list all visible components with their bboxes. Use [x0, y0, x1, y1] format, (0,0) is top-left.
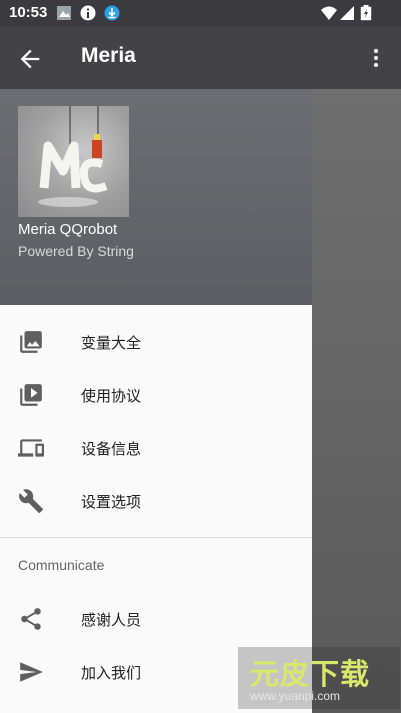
drawer-divider — [0, 537, 312, 538]
drawer-item-variables[interactable]: 变量大全 — [0, 315, 312, 368]
back-arrow-icon[interactable] — [16, 45, 44, 73]
drawer-header-subtitle: Powered By String — [18, 243, 134, 259]
gallery-notification-icon — [57, 6, 71, 20]
drawer-scrim[interactable] — [312, 89, 401, 713]
status-time: 10:53 — [9, 4, 48, 21]
avatar[interactable] — [18, 106, 129, 217]
drawer-item-agreement[interactable]: 使用协议 — [0, 368, 312, 421]
watermark: 元皮下载 www.yuanpi.com — [238, 647, 400, 709]
watermark-url: www.yuanpi.com — [250, 689, 341, 703]
signal-icon — [340, 6, 354, 20]
drawer-item-label: 使用协议 — [81, 388, 142, 405]
app-bar: Meria — [0, 27, 401, 89]
drawer-header-name: Meria QQrobot — [18, 221, 118, 238]
drawer-item-label: 感谢人员 — [81, 612, 142, 629]
section-title: Communicate — [18, 557, 105, 573]
status-bar: 10:53 — [0, 0, 401, 27]
drawer-item-thanks[interactable]: 感谢人员 — [0, 592, 312, 645]
devices-icon — [18, 439, 44, 457]
watermark-logo: 元皮下载 — [250, 657, 371, 691]
share-icon — [21, 608, 41, 630]
battery-icon — [360, 5, 372, 21]
more-vert-icon[interactable] — [364, 45, 388, 71]
drawer-item-label: 加入我们 — [81, 665, 142, 682]
navigation-drawer: Meria QQrobot Powered By String 变量大全 使用协… — [0, 89, 312, 713]
send-icon — [20, 662, 43, 682]
drawer-item-settings[interactable]: 设置选项 — [0, 474, 312, 527]
avatar-image — [38, 106, 108, 207]
wifi-icon — [321, 6, 337, 20]
drawer-item-device-info[interactable]: 设备信息 — [0, 421, 312, 474]
drawer-item-label: 设置选项 — [81, 494, 142, 511]
drawer-item-label: 变量大全 — [81, 335, 142, 352]
drawer-header: Meria QQrobot Powered By String — [0, 89, 312, 305]
info-notification-icon — [80, 5, 96, 21]
drawer-item-label: 设备信息 — [81, 441, 142, 458]
video-library-icon — [20, 384, 42, 406]
wrench-icon — [19, 489, 43, 513]
app-title: Meria — [81, 44, 136, 67]
photo-library-icon — [20, 331, 42, 353]
download-notification-icon — [104, 5, 120, 21]
